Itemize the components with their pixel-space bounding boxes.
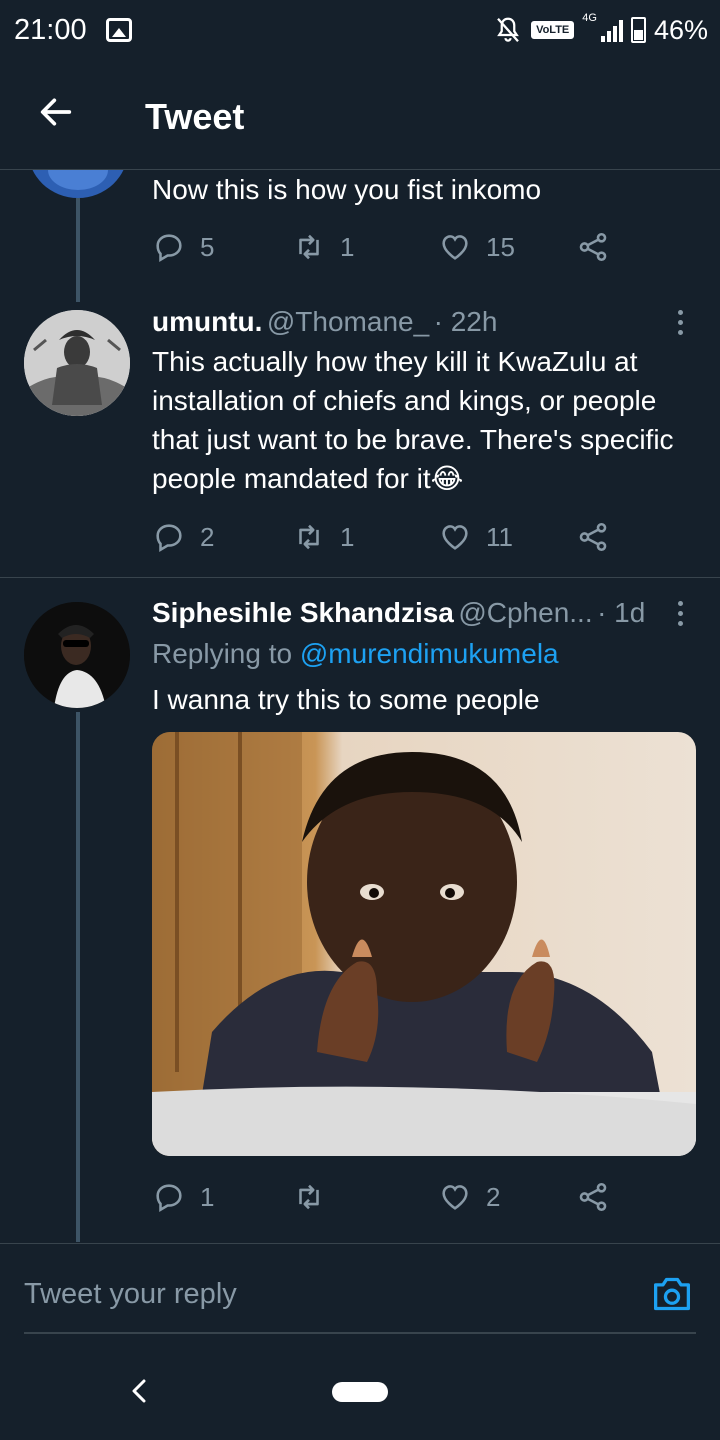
reply-button[interactable]: 2 — [152, 517, 214, 557]
like-button[interactable]: 2 — [438, 1177, 500, 1217]
reply-button[interactable]: 1 — [152, 1177, 214, 1217]
avatar[interactable] — [24, 602, 130, 708]
replying-to-label: Replying to — [152, 638, 293, 669]
avatar[interactable] — [24, 310, 130, 416]
tweet-text: Now this is how you fist inkomo — [152, 174, 542, 205]
more-options-icon[interactable] — [676, 310, 684, 340]
reply-icon — [156, 524, 182, 553]
tweet-actions: 1 2 — [152, 1177, 672, 1217]
share-icon — [579, 1182, 607, 1212]
display-name[interactable]: Siphesihle Skhandzisa — [152, 597, 454, 628]
like-count: 11 — [486, 521, 513, 552]
tweet-time: · 1d — [597, 597, 646, 628]
reply-count: 5 — [200, 231, 215, 262]
thread-connector — [76, 712, 80, 1242]
display-name[interactable]: umuntu. — [152, 306, 262, 337]
battery-icon — [630, 17, 646, 43]
retweet-icon — [299, 524, 319, 550]
reply-icon — [156, 1184, 182, 1213]
retweet-icon — [299, 234, 319, 260]
retweet-count: 1 — [340, 231, 355, 262]
camera-icon[interactable] — [650, 1274, 694, 1314]
like-button[interactable]: 11 — [438, 517, 513, 557]
retweet-button[interactable]: 1 — [292, 227, 354, 267]
page-title: Tweet — [145, 96, 245, 137]
like-button[interactable]: 15 — [438, 227, 515, 267]
heart-icon — [442, 235, 468, 260]
reply-count: 2 — [200, 521, 215, 552]
signal-icon — [600, 18, 623, 42]
share-icon — [579, 522, 607, 552]
tweet-time: · 22h — [433, 306, 498, 337]
replying-to: Replying to @murendimukumela — [152, 638, 559, 670]
thread-connector — [76, 198, 80, 302]
share-button[interactable] — [576, 227, 610, 267]
retweet-button[interactable] — [292, 1177, 340, 1217]
reply-input[interactable]: Tweet your reply — [24, 1278, 237, 1311]
status-indicators: VoLTE 4G 46% — [493, 12, 708, 48]
retweet-count: 1 — [340, 521, 355, 552]
share-icon — [579, 232, 607, 262]
tweet-media-image[interactable] — [152, 732, 696, 1156]
reply-icon — [156, 234, 182, 263]
user-handle[interactable]: @Cphen... — [458, 597, 592, 628]
tweet-header: umuntu. @Thomane_ · 22h — [152, 306, 672, 338]
tweet-header: Siphesihle Skhandzisa @Cphen... · 1d — [152, 597, 672, 629]
retweet-icon — [299, 1184, 319, 1210]
share-button[interactable] — [576, 517, 610, 557]
gallery-notification-icon — [106, 18, 132, 42]
heart-icon — [442, 525, 468, 550]
retweet-button[interactable]: 1 — [292, 517, 354, 557]
replying-to-link[interactable]: @murendimukumela — [300, 638, 559, 669]
status-bar: 21:00 VoLTE 4G 46% — [0, 0, 720, 62]
user-handle[interactable]: @Thomane_ — [267, 306, 429, 337]
tweet-text: This actually how they kill it KwaZulu a… — [152, 346, 674, 494]
like-count: 15 — [486, 231, 515, 262]
divider — [0, 577, 720, 578]
top-app-bar: Tweet — [0, 62, 720, 170]
reply-button[interactable]: 5 — [152, 227, 214, 267]
tweet-actions: 5 1 15 — [152, 227, 672, 267]
battery-percent: 46% — [653, 14, 708, 45]
input-underline — [24, 1332, 696, 1334]
like-count: 2 — [486, 1181, 501, 1212]
status-time: 21:00 — [14, 14, 87, 46]
reply-count: 1 — [200, 1181, 215, 1212]
back-arrow-icon[interactable] — [36, 92, 76, 132]
reply-composer: Tweet your reply — [0, 1243, 720, 1353]
network-type: 4G — [582, 12, 597, 24]
bell-muted-icon — [497, 17, 519, 42]
volte-badge: VoLTE — [531, 21, 575, 39]
nav-home-pill[interactable] — [332, 1382, 388, 1402]
tweet-actions: 2 1 11 — [152, 517, 672, 557]
tweet-text: I wanna try this to some people — [152, 684, 540, 715]
heart-icon — [442, 1185, 468, 1210]
nav-back-icon[interactable] — [128, 1378, 152, 1404]
more-options-icon[interactable] — [676, 601, 684, 631]
share-button[interactable] — [576, 1177, 610, 1217]
